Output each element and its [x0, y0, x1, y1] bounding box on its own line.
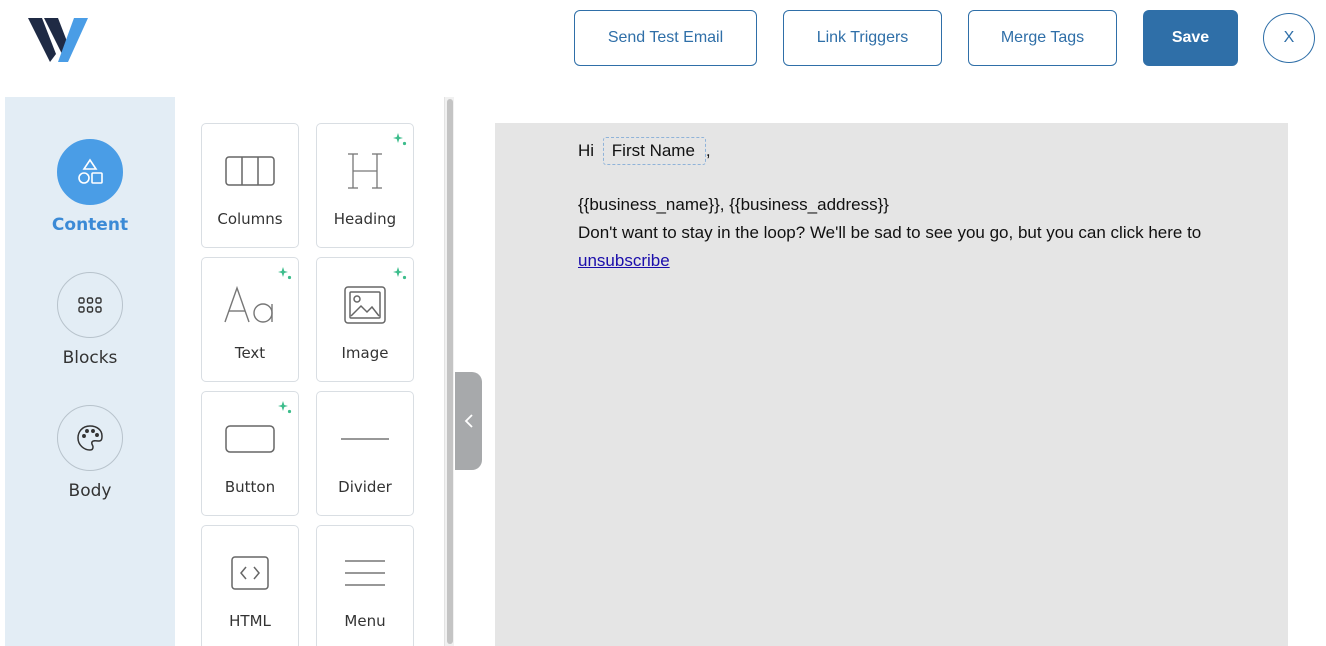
tool-html[interactable]: HTML	[201, 525, 299, 646]
scrollbar-thumb[interactable]	[447, 99, 453, 644]
close-button[interactable]: X	[1263, 13, 1315, 63]
collapse-panel-button[interactable]	[455, 372, 482, 470]
tool-heading[interactable]: Heading	[316, 123, 414, 248]
menu-icon	[345, 548, 385, 598]
sidebar-item-body[interactable]: Body	[5, 405, 175, 501]
content-tools-panel: Columns Heading Text Image Button Divide…	[175, 97, 443, 646]
ai-sparkle-icon	[393, 267, 407, 280]
button-icon	[225, 414, 275, 464]
palette-icon	[57, 405, 123, 471]
divider-icon	[341, 414, 389, 464]
code-icon	[230, 548, 270, 598]
tool-label: Text	[234, 344, 266, 362]
tool-image[interactable]: Image	[316, 257, 414, 382]
sidebar-item-label: Content	[51, 215, 129, 235]
heading-icon	[345, 146, 385, 196]
ai-sparkle-icon	[393, 133, 407, 146]
grid-icon	[57, 272, 123, 338]
email-body[interactable]: Hi First Name, {{business_name}}, {{busi…	[578, 137, 1258, 275]
merge-tag-first-name[interactable]: First Name	[602, 137, 706, 165]
tool-label: Heading	[333, 210, 397, 228]
image-icon	[343, 280, 387, 330]
link-triggers-button[interactable]: Link Triggers	[783, 10, 942, 66]
tool-columns[interactable]: Columns	[201, 123, 299, 248]
greeting-line: Hi First Name,	[578, 137, 1258, 165]
editor-sidebar: Content Blocks Body	[5, 97, 175, 646]
tools-scrollbar[interactable]	[444, 97, 454, 646]
send-test-email-button[interactable]: Send Test Email	[574, 10, 757, 66]
columns-icon	[225, 146, 275, 196]
shapes-icon	[57, 139, 123, 205]
sidebar-item-label: Blocks	[62, 348, 118, 368]
tool-label: Button	[224, 478, 276, 496]
ai-sparkle-icon	[278, 401, 292, 414]
brand-logo	[28, 18, 88, 62]
greeting-comma: ,	[705, 141, 711, 160]
tool-label: Image	[341, 344, 389, 362]
tool-label: HTML	[229, 612, 271, 630]
sidebar-item-content[interactable]: Content	[5, 139, 175, 235]
unsubscribe-paragraph: Don't want to stay in the loop? We'll be…	[578, 219, 1258, 275]
merge-tags-button[interactable]: Merge Tags	[968, 10, 1117, 66]
tool-button[interactable]: Button	[201, 391, 299, 516]
footer-vars: {{business_name}}, {{business_address}}	[578, 195, 889, 214]
sidebar-item-blocks[interactable]: Blocks	[5, 272, 175, 368]
tool-menu[interactable]: Menu	[316, 525, 414, 646]
text-icon	[223, 280, 277, 330]
save-button[interactable]: Save	[1143, 10, 1238, 66]
tool-label: Divider	[338, 478, 392, 496]
unsubscribe-text: Don't want to stay in the loop? We'll be…	[578, 223, 1202, 242]
tool-label: Columns	[217, 210, 283, 228]
tool-label: Menu	[344, 612, 386, 630]
top-toolbar: Send Test Email Link Triggers Merge Tags…	[0, 0, 1326, 97]
chevron-left-icon	[464, 414, 473, 428]
email-canvas[interactable]: Hi First Name, {{business_name}}, {{busi…	[495, 123, 1288, 646]
tool-divider[interactable]: Divider	[316, 391, 414, 516]
ai-sparkle-icon	[278, 267, 292, 280]
unsubscribe-link[interactable]: unsubscribe	[578, 251, 670, 270]
sidebar-item-label: Body	[68, 481, 112, 501]
greeting-text: Hi	[578, 141, 595, 160]
tool-text[interactable]: Text	[201, 257, 299, 382]
